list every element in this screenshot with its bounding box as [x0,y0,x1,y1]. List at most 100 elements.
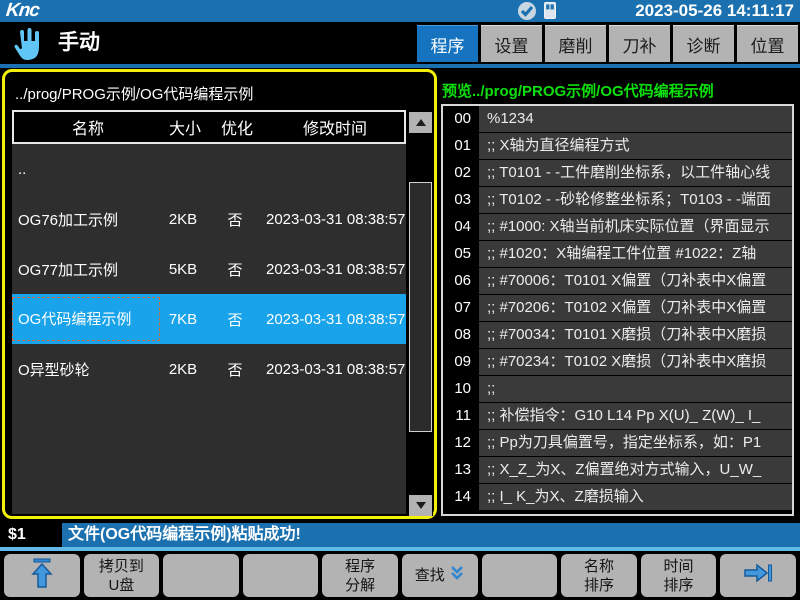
cell-time: 2023-03-31 08:38:57 [264,261,406,278]
file-row[interactable]: OG77加工示例5KB否2023-03-31 08:38:57 [12,244,406,294]
line-number: 03 [443,187,479,213]
copy-to-usb-button[interactable]: 拷贝到U盘 [84,554,160,597]
cell-size: 2KB [160,211,206,228]
softkey-label: 排序 [664,576,694,595]
cell-opt: 否 [206,209,264,230]
empty-button-3[interactable] [482,554,558,597]
status-message-box: 文件(OG代码编程示例)粘贴成功! [62,523,800,547]
code-line: 04;; #1000: X轴当前机床实际位置（界面显示 [443,214,792,240]
line-number: 12 [443,430,479,456]
storage-icon [544,2,556,19]
nav-bar: 手动 程序设置磨削刀补诊断位置 [0,22,800,64]
softkey-label: 排序 [584,576,614,595]
tab-程序[interactable]: 程序 [417,25,478,62]
line-number: 06 [443,268,479,294]
line-number: 10 [443,376,479,402]
softkey-label: 分解 [345,576,375,595]
tab-刀补[interactable]: 刀补 [609,25,670,62]
line-text: ;; T0101 - -工件磨削坐标系，以工件轴心线 [479,160,792,186]
chevron-down-double-icon [449,565,465,586]
empty-button-1[interactable] [163,554,239,597]
line-number: 04 [443,214,479,240]
mode-label: 手动 [58,22,100,64]
manual-mode-hand-icon [10,25,44,63]
sort-by-name-button[interactable]: 名称排序 [561,554,637,597]
cell-name: O异型砂轮 [12,359,160,380]
tab-磨削[interactable]: 磨削 [545,25,606,62]
line-text: %1234 [479,106,792,132]
line-text: ;; 补偿指令：G10 L14 Pp X(U)_ Z(W)_ I_ [479,403,792,429]
tab-位置[interactable]: 位置 [737,25,798,62]
main-tabs: 程序设置磨削刀补诊断位置 [417,25,798,62]
softkey-label: 名称 [584,557,614,576]
line-text: ;; I_ K_为X、Z磨损输入 [479,484,792,510]
line-text: ;; #70006：T0101 X偏置（刀补表中X偏置 [479,268,792,294]
file-list-scrollbar[interactable] [408,112,433,516]
code-line: 13;; X_Z_为X、Z偏置绝对方式输入，U_W_ [443,457,792,483]
line-text: ;; #1020：X轴编程工件位置 #1022：Z轴 [479,241,792,267]
softkey-label: 拷贝到 [99,557,144,576]
softkey-toolbar: 拷贝到U盘程序分解查找名称排序时间排序 [0,551,800,600]
scroll-top-button[interactable] [4,554,80,597]
tab-设置[interactable]: 设置 [481,25,542,62]
empty-button-2[interactable] [243,554,319,597]
scroll-thumb[interactable] [409,182,432,432]
scroll-down-button[interactable] [409,495,432,516]
cell-name: OG代码编程示例 [12,297,160,341]
code-line: 05;; #1020：X轴编程工件位置 #1022：Z轴 [443,241,792,267]
code-line: 12;; Pp为刀具偏置号，指定坐标系，如：P1 [443,430,792,456]
code-line: 14;; I_ K_为X、Z磨损输入 [443,484,792,510]
cell-opt: 否 [206,309,264,330]
cell-name: .. [12,161,160,178]
channel-label: $1 [8,523,26,547]
cell-time: 2023-03-31 08:38:57 [264,361,406,378]
line-text: ;; [479,376,792,402]
knc-logo: Knc [5,0,40,22]
program-decompose-button[interactable]: 程序分解 [322,554,398,597]
file-table-header: 名称大小优化修改时间 [12,110,406,144]
cell-size: 7KB [160,311,206,328]
cell-opt: 否 [206,359,264,380]
line-number: 05 [443,241,479,267]
softkey-label: 程序 [345,557,375,576]
softkey-label: U盘 [108,576,134,595]
cell-time: 2023-03-31 08:38:57 [264,211,406,228]
file-row[interactable]: O异型砂轮2KB否2023-03-31 08:38:57 [12,344,406,394]
preview-title: 预览../prog/PROG示例/OG代码编程示例 [442,80,714,101]
line-number: 13 [443,457,479,483]
code-line: 10;; [443,376,792,402]
scroll-up-button[interactable] [409,112,432,133]
file-row[interactable]: .. [12,144,406,194]
line-number: 11 [443,403,479,429]
find-button[interactable]: 查找 [402,554,478,597]
file-row[interactable]: OG代码编程示例7KB否2023-03-31 08:38:57 [12,294,406,344]
sort-by-time-button[interactable]: 时间排序 [641,554,717,597]
screen: Knc 2023-05-26 14:11:17 手动 程序设置磨削刀补诊断位置 [0,0,800,600]
cell-name: OG76加工示例 [12,209,160,230]
line-number: 02 [443,160,479,186]
code-line: 08;; #70034：T0101 X磨损（刀补表中X磨损 [443,322,792,348]
cell-opt: 否 [206,259,264,280]
code-line: 07;; #70206：T0102 X偏置（刀补表中X偏置 [443,295,792,321]
line-text: ;; X_Z_为X、Z偏置绝对方式输入，U_W_ [479,457,792,483]
line-number: 07 [443,295,479,321]
file-panel: ../prog/PROG示例/OG代码编程示例 名称大小优化修改时间 ..OG7… [2,69,437,519]
line-number: 08 [443,322,479,348]
arrow-right-bar-icon [743,561,773,590]
triangle-down-icon [416,502,426,509]
code-preview: 00%123401;; X轴为直径编程方式02;; T0101 - -工件磨削坐… [441,104,794,516]
code-line: 11;; 补偿指令：G10 L14 Pp X(U)_ Z(W)_ I_ [443,403,792,429]
more-softkeys-button[interactable] [720,554,796,597]
status-message: 文件(OG代码编程示例)粘贴成功! [62,523,800,547]
line-number: 09 [443,349,479,375]
tab-诊断[interactable]: 诊断 [673,25,734,62]
datetime: 2023-05-26 14:11:17 [635,1,794,21]
top-arrow-icon [30,558,54,593]
column-header: 名称 [14,115,162,139]
line-number: 01 [443,133,479,159]
cell-size: 5KB [160,261,206,278]
code-line: 06;; #70006：T0101 X偏置（刀补表中X偏置 [443,268,792,294]
file-row[interactable]: OG76加工示例2KB否2023-03-31 08:38:57 [12,194,406,244]
line-text: ;; #1000: X轴当前机床实际位置（界面显示 [479,214,792,240]
code-line: 03;; T0102 - -砂轮修整坐标系；T0103 - -端面 [443,187,792,213]
